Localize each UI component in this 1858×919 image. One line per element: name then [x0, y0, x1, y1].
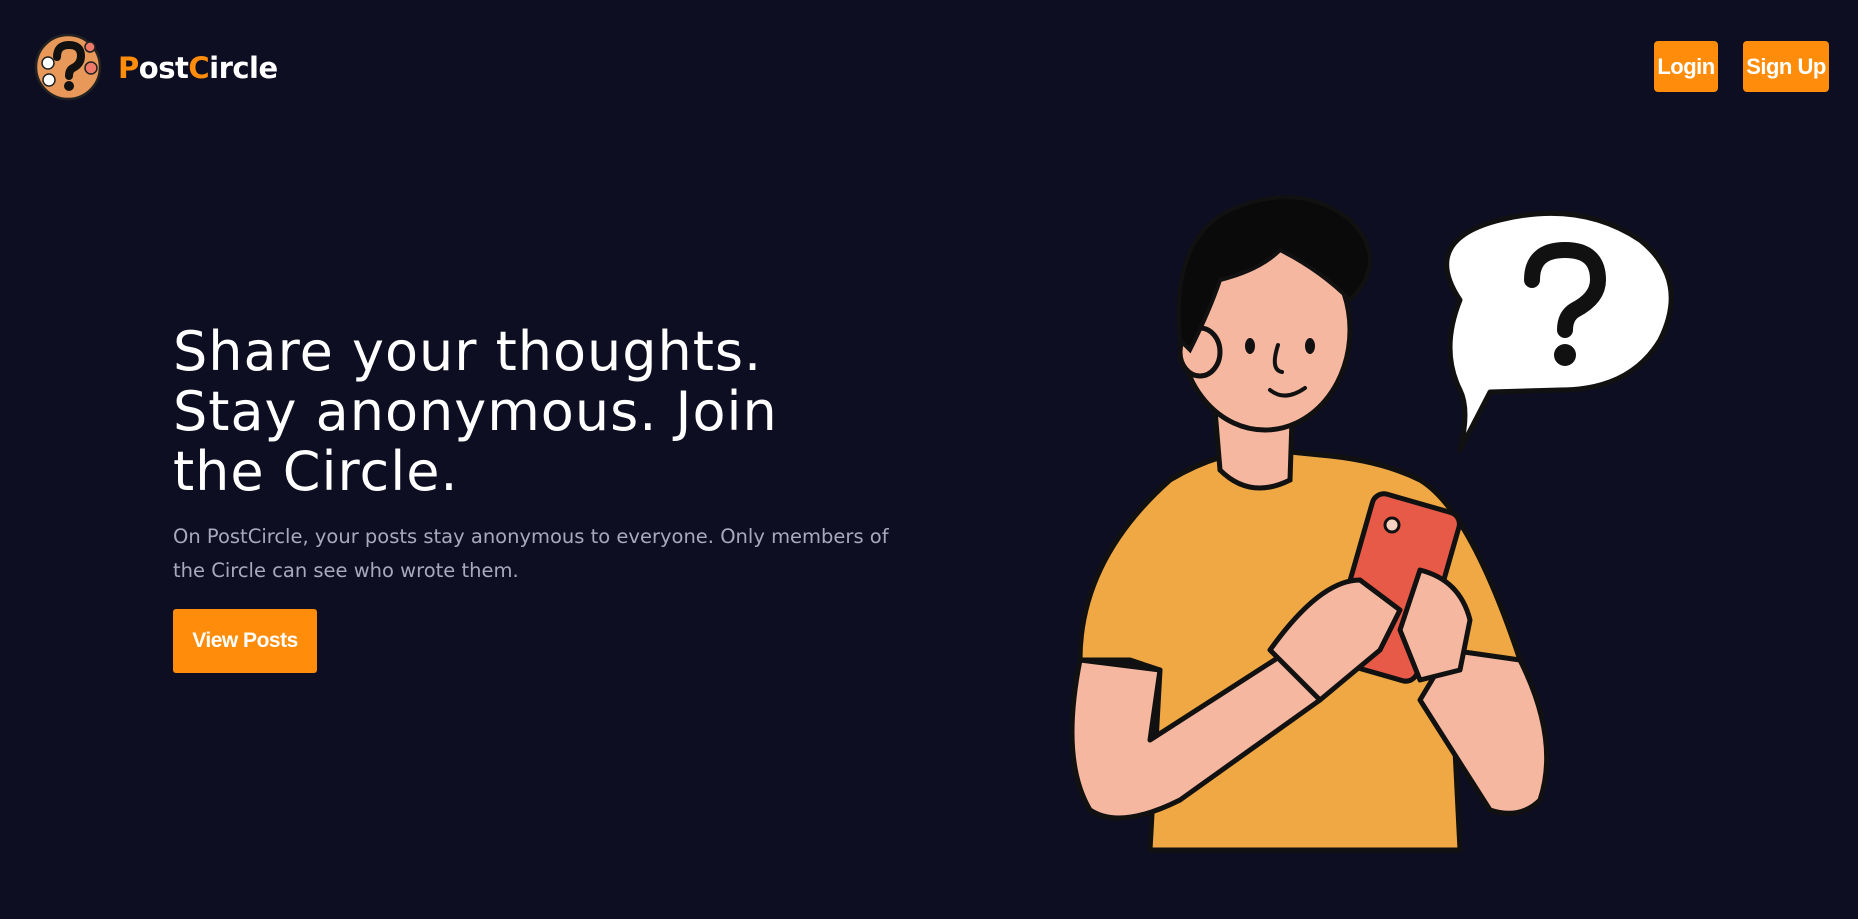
landing-page: PostCircle Login Sign Up Share your thou…: [0, 0, 1858, 919]
header: PostCircle Login Sign Up: [0, 0, 1858, 135]
brand-text-ircle: ircle: [209, 51, 278, 85]
brand-letter-c: C: [188, 51, 210, 85]
hero-title: Share your thoughts. Stay anonymous. Joi…: [173, 320, 778, 503]
logo-icon[interactable]: [34, 33, 102, 101]
view-posts-button[interactable]: View Posts: [173, 609, 317, 673]
hero-subtitle: On PostCircle, your posts stay anonymous…: [173, 525, 889, 582]
brand-letter-p: P: [118, 51, 139, 85]
brand-name[interactable]: PostCircle: [118, 48, 278, 88]
signup-button[interactable]: Sign Up: [1743, 41, 1829, 92]
brand-text-ost: ost: [138, 51, 189, 85]
login-button[interactable]: Login: [1654, 41, 1718, 92]
hero-illustration: [1069, 195, 1674, 853]
